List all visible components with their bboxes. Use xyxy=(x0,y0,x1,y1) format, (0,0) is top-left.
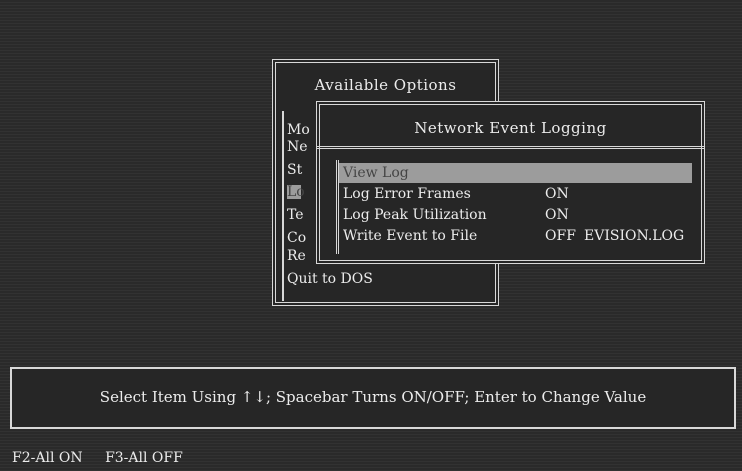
option-reports[interactable]: Re xyxy=(287,249,306,263)
f3-all-off-key[interactable]: F3-All OFF xyxy=(105,450,183,466)
status-message: Select Item Using ↑↓; Spacebar Turns ON/… xyxy=(99,388,647,406)
status-bar: Select Item Using ↑↓; Spacebar Turns ON/… xyxy=(10,367,736,429)
row-log-error-frames[interactable]: Log Error Frames ON xyxy=(339,184,692,204)
option-test[interactable]: Te xyxy=(287,208,304,222)
f2-all-on-key[interactable]: F2-All ON xyxy=(12,450,83,466)
function-key-bar: F2-All ON F3-All OFF xyxy=(12,450,201,466)
network-event-logging-dialog: Network Event Logging View Log Log Error… xyxy=(316,101,705,264)
logging-dialog-title: Network Event Logging xyxy=(414,119,607,137)
log-peak-utilization-value[interactable]: ON xyxy=(545,205,569,225)
log-peak-utilization-label: Log Peak Utilization xyxy=(343,207,487,223)
row-write-event-to-file[interactable]: Write Event to File OFF EVISION.LOG xyxy=(339,226,692,246)
option-monitor[interactable]: Mo xyxy=(287,123,310,137)
row-log-peak-utilization[interactable]: Log Peak Utilization ON xyxy=(339,205,692,225)
logging-dialog-divider xyxy=(316,146,705,149)
option-logging[interactable]: Lo xyxy=(287,185,305,199)
logging-options-list: View Log Log Error Frames ON Log Peak Ut… xyxy=(336,160,694,254)
option-configure[interactable]: Co xyxy=(287,231,306,245)
write-event-to-file-value[interactable]: OFF xyxy=(545,226,576,246)
log-file-name[interactable]: EVISION.LOG xyxy=(584,226,684,246)
log-error-frames-value[interactable]: ON xyxy=(545,184,569,204)
available-options-title: Available Options xyxy=(314,76,457,94)
row-view-log[interactable]: View Log xyxy=(339,163,692,183)
option-quit-to-dos[interactable]: Quit to DOS xyxy=(287,272,373,286)
option-network[interactable]: Ne xyxy=(287,140,308,154)
log-error-frames-label: Log Error Frames xyxy=(343,186,471,202)
view-log-label: View Log xyxy=(343,165,409,181)
option-statistics[interactable]: St xyxy=(287,163,302,177)
write-event-to-file-label: Write Event to File xyxy=(343,228,478,244)
